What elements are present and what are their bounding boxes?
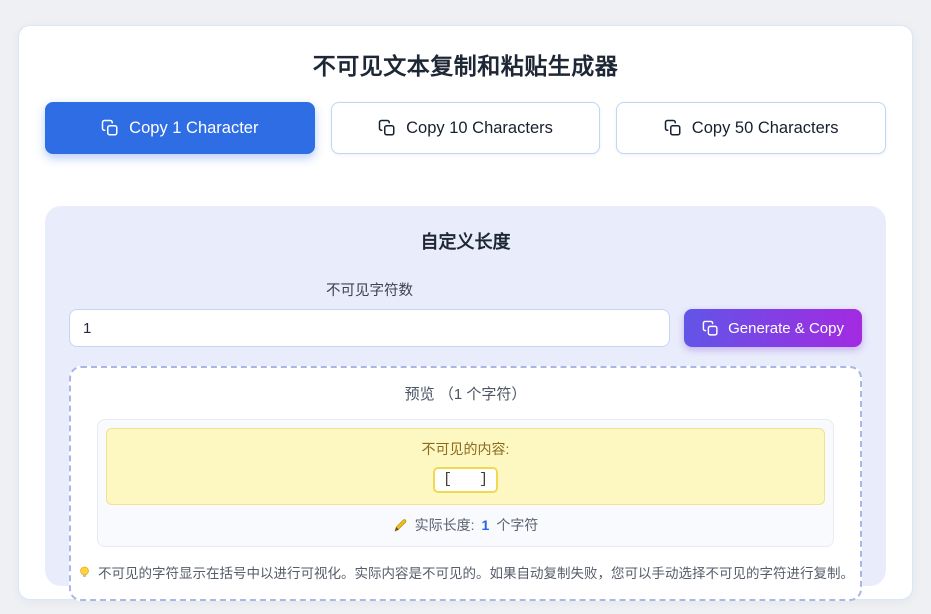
quick-copy-button-row: Copy 1 Character Copy 10 Characters Copy…: [45, 102, 886, 154]
actual-length-label: 实际长度:: [415, 515, 475, 535]
count-input-label: 不可见字符数: [69, 279, 670, 300]
actual-length-value: 1: [482, 517, 490, 533]
preview-panel: 预览 （1 个字符） 不可见的内容: [ ] 实际长度: 1 个字符: [69, 366, 862, 601]
count-input[interactable]: [69, 309, 670, 347]
copy-50-characters-button[interactable]: Copy 50 Characters: [616, 102, 886, 154]
custom-length-heading: 自定义长度: [69, 228, 862, 254]
preview-title: 预览 （1 个字符）: [97, 383, 834, 404]
length-form-row: 不可见字符数 Generate & Copy: [69, 279, 862, 347]
actual-length-row: 实际长度: 1 个字符: [106, 505, 825, 546]
custom-length-section: 自定义长度 不可见字符数 Generate & Copy 预览 （1 个字符） …: [45, 206, 886, 586]
main-card: 不可见文本复制和粘贴生成器 Copy 1 Character Copy 10 C…: [18, 25, 913, 600]
preview-card: 不可见的内容: [ ] 实际长度: 1 个字符: [97, 419, 834, 547]
page-title: 不可见文本复制和粘贴生成器: [45, 47, 886, 81]
copy-10-characters-button[interactable]: Copy 10 Characters: [331, 102, 601, 154]
pencil-icon: [393, 518, 408, 533]
count-input-column: 不可见字符数: [69, 279, 670, 347]
copy-1-character-label: Copy 1 Character: [129, 119, 258, 138]
tip-text: 不可见的字符显示在括号中以进行可视化。实际内容是不可见的。如果自动复制失败，您可…: [98, 562, 854, 582]
invisible-char-display[interactable]: [ ]: [433, 467, 498, 493]
generate-copy-label: Generate & Copy: [728, 320, 844, 337]
invisible-content-box: 不可见的内容: [ ]: [106, 428, 825, 505]
copy-icon: [702, 320, 719, 337]
tip-row: 不可见的字符显示在括号中以进行可视化。实际内容是不可见的。如果自动复制失败，您可…: [97, 562, 834, 582]
invisible-content-label: 不可见的内容:: [117, 439, 814, 459]
copy-icon: [664, 119, 682, 137]
bulb-icon: [77, 565, 92, 580]
copy-icon: [101, 119, 119, 137]
copy-10-characters-label: Copy 10 Characters: [406, 119, 553, 138]
copy-icon: [378, 119, 396, 137]
copy-50-characters-label: Copy 50 Characters: [692, 119, 839, 138]
generate-copy-button[interactable]: Generate & Copy: [684, 309, 862, 347]
actual-length-unit: 个字符: [496, 515, 538, 535]
copy-1-character-button[interactable]: Copy 1 Character: [45, 102, 315, 154]
